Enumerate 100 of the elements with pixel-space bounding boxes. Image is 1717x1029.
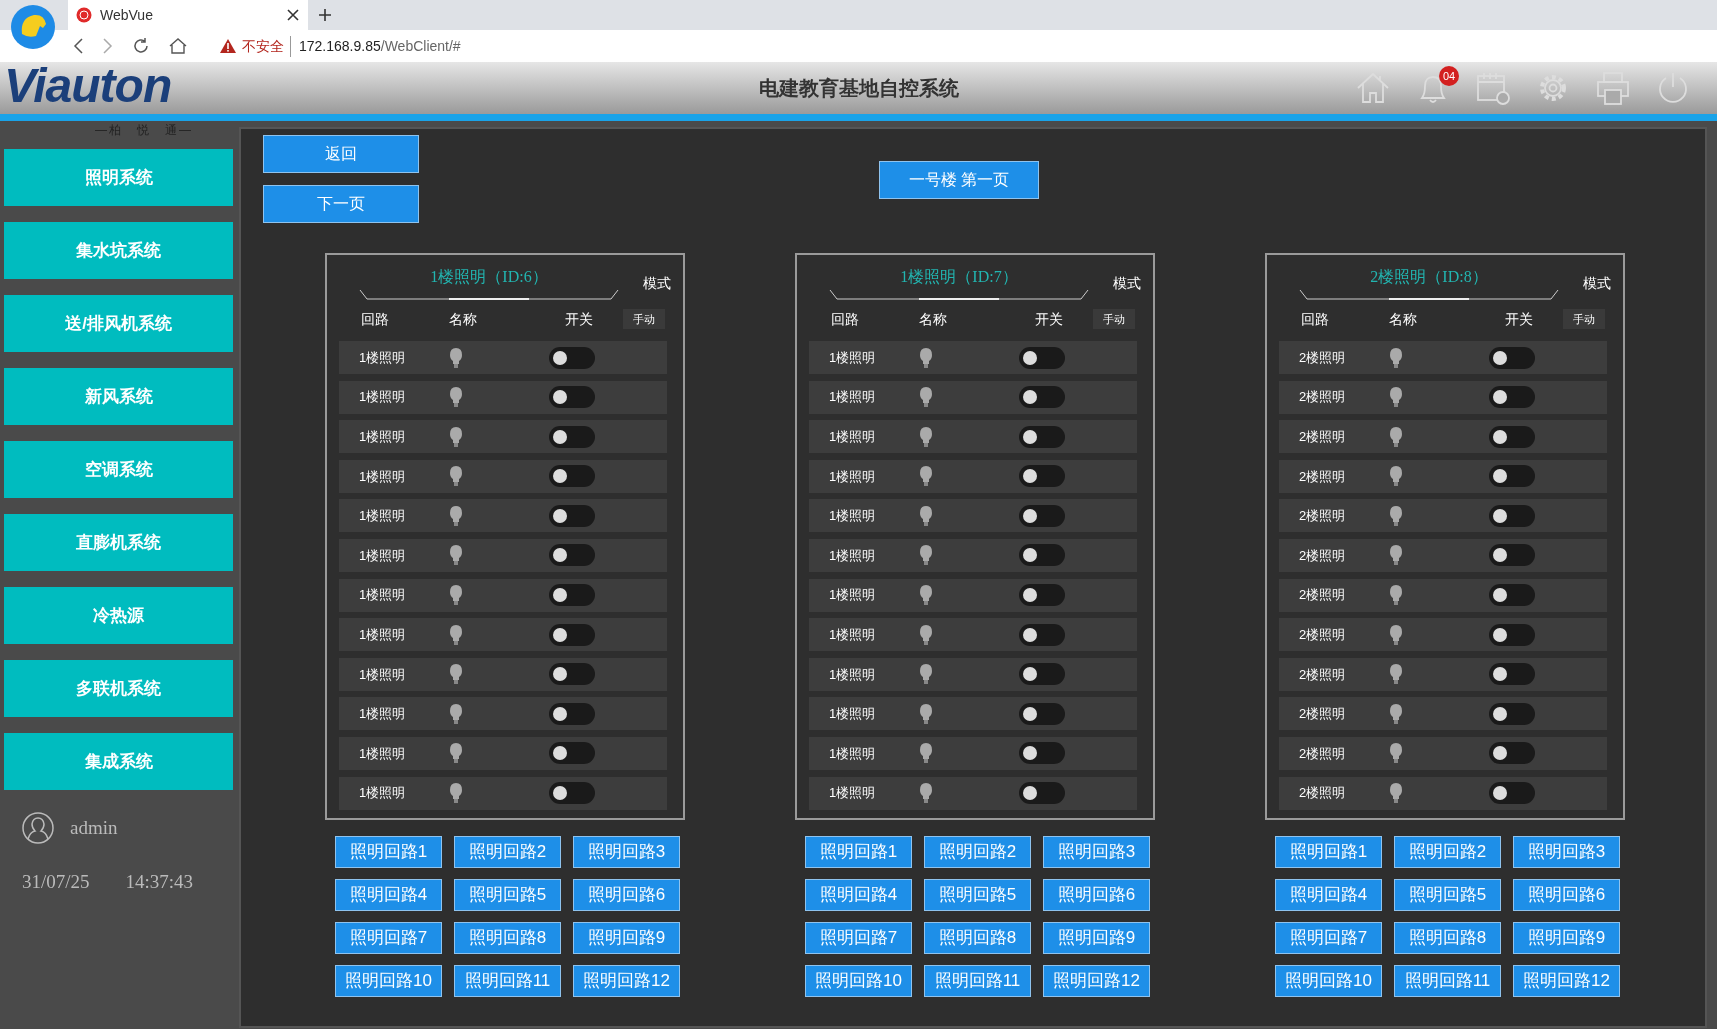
loop-button[interactable]: 照明回路4 bbox=[335, 879, 442, 911]
circuit-label: 2楼照明 bbox=[1298, 467, 1347, 486]
sidebar-item[interactable]: 多联机系统 bbox=[4, 660, 233, 717]
toggle-switch[interactable] bbox=[1489, 742, 1535, 765]
loop-button[interactable]: 照明回路3 bbox=[1513, 836, 1620, 868]
toggle-switch[interactable] bbox=[1489, 504, 1535, 527]
loop-button[interactable]: 照明回路6 bbox=[573, 879, 680, 911]
loop-button[interactable]: 照明回路12 bbox=[1043, 965, 1150, 997]
toggle-switch[interactable] bbox=[549, 782, 595, 805]
toggle-switch[interactable] bbox=[549, 425, 595, 448]
loop-button[interactable]: 照明回路7 bbox=[805, 922, 912, 954]
loop-button[interactable]: 照明回路5 bbox=[924, 879, 1031, 911]
sidebar-item[interactable]: 送/排风机系统 bbox=[4, 295, 233, 352]
toggle-switch[interactable] bbox=[549, 504, 595, 527]
toggle-switch[interactable] bbox=[549, 544, 595, 567]
nav-button[interactable]: 返回 bbox=[263, 135, 419, 173]
toggle-switch[interactable] bbox=[1489, 623, 1535, 646]
url-field[interactable]: 172.168.9.85/WebClient/# bbox=[290, 35, 461, 57]
reload-icon[interactable] bbox=[132, 37, 150, 55]
back-icon[interactable] bbox=[72, 37, 84, 55]
loop-button[interactable]: 照明回路9 bbox=[1513, 922, 1620, 954]
toggle-switch[interactable] bbox=[1489, 544, 1535, 567]
column-header: 回路 bbox=[831, 309, 860, 329]
toggle-switch[interactable] bbox=[1019, 504, 1065, 527]
mode-button[interactable]: 手动 bbox=[623, 308, 665, 330]
loop-button[interactable]: 照明回路2 bbox=[924, 836, 1031, 868]
toggle-switch[interactable] bbox=[1019, 386, 1065, 409]
loop-button[interactable]: 照明回路8 bbox=[924, 922, 1031, 954]
sidebar-item[interactable]: 新风系统 bbox=[4, 368, 233, 425]
loop-button[interactable]: 照明回路5 bbox=[454, 879, 561, 911]
loop-button[interactable]: 照明回路4 bbox=[805, 879, 912, 911]
loop-button[interactable]: 照明回路2 bbox=[454, 836, 561, 868]
toggle-switch[interactable] bbox=[1489, 663, 1535, 686]
loop-button[interactable]: 照明回路12 bbox=[573, 965, 680, 997]
nav-button[interactable]: 下一页 bbox=[263, 185, 419, 223]
toggle-switch[interactable] bbox=[549, 465, 595, 488]
loop-button[interactable]: 照明回路11 bbox=[454, 965, 561, 997]
loop-button[interactable]: 照明回路12 bbox=[1513, 965, 1620, 997]
circuit-label: 1楼照明 bbox=[358, 507, 407, 526]
sidebar-item[interactable]: 集水坑系统 bbox=[4, 222, 233, 279]
toggle-switch[interactable] bbox=[1489, 782, 1535, 805]
page-title-button[interactable]: 一号楼 第一页 bbox=[879, 161, 1039, 199]
loop-button[interactable]: 照明回路8 bbox=[1394, 922, 1501, 954]
loop-button[interactable]: 照明回路4 bbox=[1275, 879, 1382, 911]
loop-button[interactable]: 照明回路10 bbox=[805, 965, 912, 997]
loop-button[interactable]: 照明回路1 bbox=[335, 836, 442, 868]
toggle-switch[interactable] bbox=[1489, 584, 1535, 607]
toggle-switch[interactable] bbox=[1019, 425, 1065, 448]
mode-button[interactable]: 手动 bbox=[1563, 308, 1605, 330]
loop-button[interactable]: 照明回路10 bbox=[1275, 965, 1382, 997]
loop-button[interactable]: 照明回路1 bbox=[1275, 836, 1382, 868]
loop-button[interactable]: 照明回路7 bbox=[1275, 922, 1382, 954]
sidebar-item[interactable]: 照明系统 bbox=[4, 149, 233, 206]
toggle-switch[interactable] bbox=[1019, 584, 1065, 607]
toggle-switch[interactable] bbox=[1489, 346, 1535, 369]
toggle-switch[interactable] bbox=[1019, 663, 1065, 686]
loop-button[interactable]: 照明回路3 bbox=[573, 836, 680, 868]
sidebar-item[interactable]: 冷热源 bbox=[4, 587, 233, 644]
loop-button[interactable]: 照明回路8 bbox=[454, 922, 561, 954]
loop-button[interactable]: 照明回路11 bbox=[924, 965, 1031, 997]
circuit-label: 2楼照明 bbox=[1298, 784, 1347, 803]
circuit-label: 1楼照明 bbox=[828, 586, 877, 605]
close-icon[interactable] bbox=[286, 8, 300, 22]
sidebar-item[interactable]: 直膨机系统 bbox=[4, 514, 233, 571]
loop-button[interactable]: 照明回路1 bbox=[805, 836, 912, 868]
loop-button[interactable]: 照明回路10 bbox=[335, 965, 442, 997]
toggle-switch[interactable] bbox=[1019, 702, 1065, 725]
toggle-switch[interactable] bbox=[1489, 425, 1535, 448]
toggle-switch[interactable] bbox=[1019, 623, 1065, 646]
loop-button[interactable]: 照明回路6 bbox=[1043, 879, 1150, 911]
toggle-switch[interactable] bbox=[1019, 346, 1065, 369]
toggle-switch[interactable] bbox=[549, 386, 595, 409]
loop-button[interactable]: 照明回路2 bbox=[1394, 836, 1501, 868]
loop-button[interactable]: 照明回路9 bbox=[1043, 922, 1150, 954]
toggle-switch[interactable] bbox=[549, 663, 595, 686]
loop-button[interactable]: 照明回路5 bbox=[1394, 879, 1501, 911]
toggle-switch[interactable] bbox=[1489, 702, 1535, 725]
sidebar-item[interactable]: 集成系统 bbox=[4, 733, 233, 790]
circuit-label: 1楼照明 bbox=[828, 784, 877, 803]
toggle-switch[interactable] bbox=[1489, 386, 1535, 409]
toggle-switch[interactable] bbox=[549, 623, 595, 646]
toggle-switch[interactable] bbox=[549, 742, 595, 765]
sidebar-item[interactable]: 空调系统 bbox=[4, 441, 233, 498]
loop-button[interactable]: 照明回路3 bbox=[1043, 836, 1150, 868]
loop-button[interactable]: 照明回路11 bbox=[1394, 965, 1501, 997]
loop-button[interactable]: 照明回路9 bbox=[573, 922, 680, 954]
new-tab-icon[interactable] bbox=[318, 8, 332, 22]
mode-button[interactable]: 手动 bbox=[1093, 308, 1135, 330]
toggle-switch[interactable] bbox=[1019, 465, 1065, 488]
toggle-switch[interactable] bbox=[1019, 782, 1065, 805]
toggle-switch[interactable] bbox=[549, 702, 595, 725]
toggle-switch[interactable] bbox=[1019, 742, 1065, 765]
loop-button[interactable]: 照明回路6 bbox=[1513, 879, 1620, 911]
home-icon[interactable] bbox=[168, 37, 188, 55]
toggle-switch[interactable] bbox=[1019, 544, 1065, 567]
column-header: 名称 bbox=[449, 309, 478, 329]
toggle-switch[interactable] bbox=[549, 584, 595, 607]
loop-button[interactable]: 照明回路7 bbox=[335, 922, 442, 954]
toggle-switch[interactable] bbox=[549, 346, 595, 369]
toggle-switch[interactable] bbox=[1489, 465, 1535, 488]
